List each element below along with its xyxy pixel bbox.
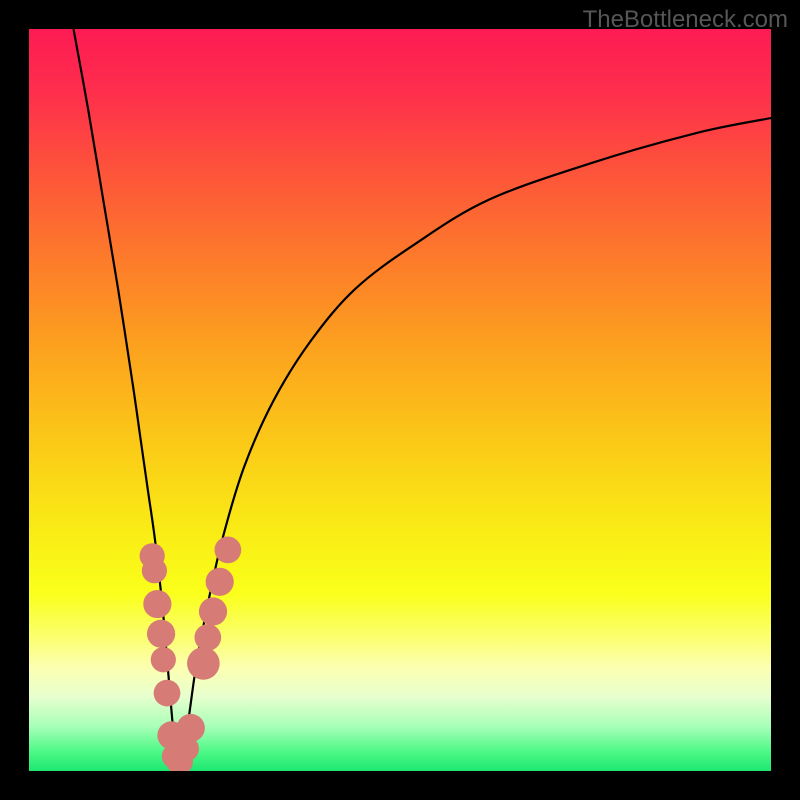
- gradient-background: [29, 29, 771, 771]
- data-marker: [194, 624, 221, 651]
- data-marker: [147, 620, 175, 648]
- data-marker: [215, 537, 242, 564]
- data-marker: [151, 647, 176, 672]
- data-marker: [154, 680, 181, 707]
- watermark-text: TheBottleneck.com: [583, 6, 788, 34]
- data-marker: [187, 647, 220, 680]
- data-marker: [177, 714, 205, 742]
- plot-area: [29, 29, 771, 771]
- chart-frame: TheBottleneck.com: [0, 0, 800, 800]
- data-marker: [143, 590, 171, 618]
- data-marker: [199, 597, 227, 625]
- data-marker: [142, 558, 167, 583]
- plot-svg: [29, 29, 771, 771]
- data-marker: [206, 568, 234, 596]
